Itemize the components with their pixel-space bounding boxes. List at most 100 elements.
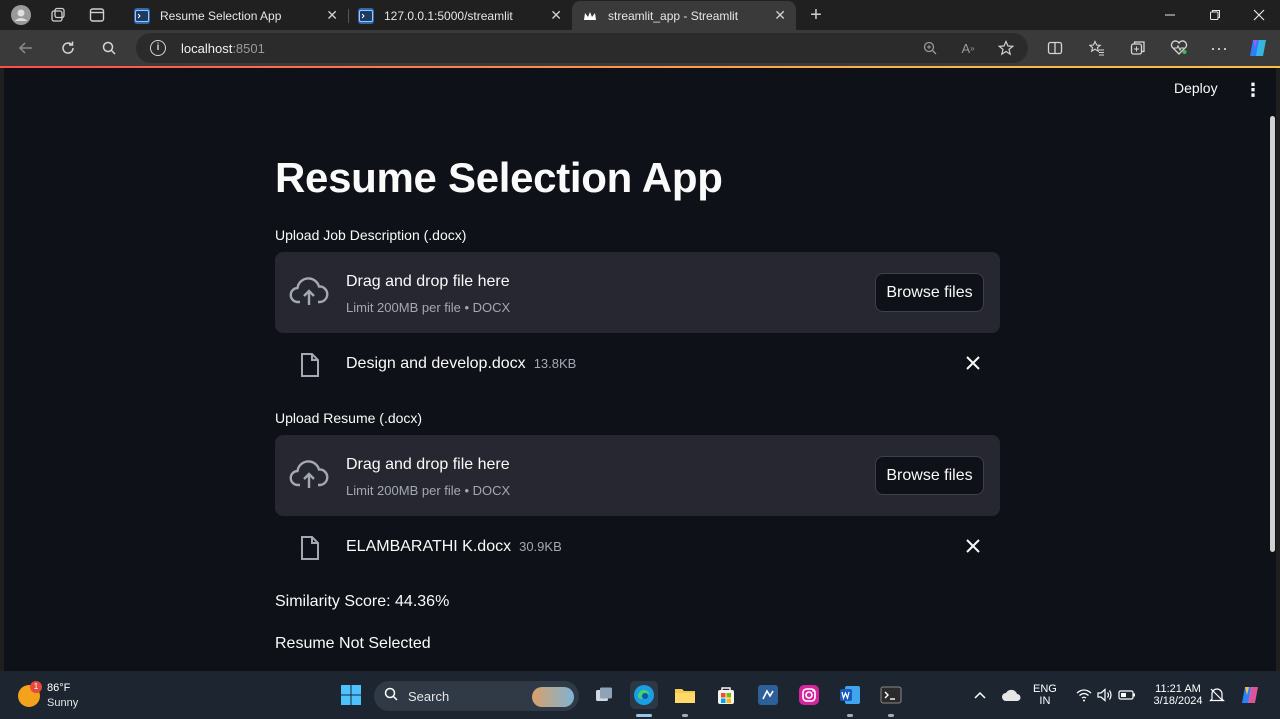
copilot-preview-icon[interactable] — [1236, 681, 1264, 709]
split-screen-icon[interactable] — [1043, 37, 1067, 59]
search-icon — [384, 687, 398, 704]
windows-taskbar: 1 86°F Sunny Search ENG IN 11:21 AM 3/18… — [0, 671, 1280, 719]
copilot-icon[interactable] — [1246, 37, 1270, 59]
browse-files-button[interactable]: Browse files — [875, 273, 984, 312]
battery-icon[interactable] — [1113, 681, 1141, 709]
streamlit-crown-icon — [582, 8, 598, 24]
job-description-uploader-label: Upload Job Description (.docx) — [275, 227, 467, 243]
explorer-running-indicator — [682, 714, 688, 717]
more-options-icon[interactable]: ··· — [1207, 37, 1231, 59]
streamlit-page: Deploy ⋮ Resume Selection App Upload Job… — [4, 68, 1276, 671]
tab-close-icon[interactable]: ✕ — [550, 7, 562, 24]
terminal-running-indicator — [888, 714, 894, 717]
read-aloud-icon[interactable]: A» — [958, 39, 978, 57]
remove-file-icon[interactable] — [963, 354, 983, 374]
tab-title: Resume Selection App — [160, 8, 282, 23]
tab-close-icon[interactable]: ✕ — [326, 7, 338, 24]
tab-local-5000[interactable]: 127.0.0.1:5000/streamlit ✕ — [348, 1, 572, 30]
page-scrollbar[interactable] — [1270, 116, 1275, 552]
zoom-icon[interactable] — [920, 39, 940, 57]
browse-files-button[interactable]: Browse files — [875, 456, 984, 495]
page-title: Resume Selection App — [275, 154, 723, 201]
dropzone-limit-text: Limit 200MB per file • DOCX — [346, 300, 511, 315]
search-highlight-image — [532, 687, 574, 707]
uploaded-file-row: ELAMBARATHI K.docx 30.9KB — [275, 527, 1000, 567]
profile-avatar-icon[interactable] — [10, 4, 32, 26]
tab-favicon-icon — [134, 7, 150, 24]
terminal-icon[interactable] — [877, 681, 905, 709]
url-port: :8501 — [232, 41, 265, 56]
task-view-icon[interactable] — [590, 681, 618, 709]
address-url[interactable]: localhost:8501 — [181, 41, 265, 56]
focus-assist-icon[interactable] — [1203, 681, 1231, 709]
windows-start-icon[interactable] — [337, 681, 365, 709]
url-host: localhost — [181, 41, 233, 56]
tab-actions-icon[interactable] — [86, 4, 108, 26]
main-menu-icon[interactable]: ⋮ — [1244, 80, 1262, 100]
edge-browser-icon[interactable] — [630, 681, 658, 709]
new-tab-button[interactable]: + — [805, 4, 827, 26]
taskbar-search-box[interactable]: Search — [374, 681, 579, 711]
cloud-upload-icon — [289, 277, 329, 305]
file-icon — [301, 353, 319, 377]
favorite-star-icon[interactable] — [996, 39, 1016, 57]
uploaded-file-name: Design and develop.docx — [346, 355, 526, 372]
microsoft-store-icon[interactable] — [712, 681, 740, 709]
favorites-icon[interactable] — [1085, 37, 1109, 59]
weather-widget[interactable]: 1 86°F Sunny — [18, 681, 108, 711]
browser-essentials-icon[interactable] — [1167, 37, 1191, 59]
microsoft-word-icon[interactable] — [836, 681, 864, 709]
tab-title: streamlit_app - Streamlit — [608, 8, 739, 23]
file-explorer-icon[interactable] — [671, 681, 699, 709]
browser-toolbar: i localhost:8501 A» ··· — [0, 30, 1280, 66]
notification-badge: 1 — [30, 681, 42, 693]
instagram-icon[interactable] — [795, 681, 823, 709]
clock-time: 11:21 AM — [1155, 683, 1201, 695]
workspaces-icon[interactable] — [47, 4, 69, 26]
address-bar[interactable]: i localhost:8501 A» — [136, 33, 1028, 63]
show-hidden-icons-chevron-icon[interactable] — [966, 681, 994, 709]
language-code: ENG — [1033, 683, 1057, 695]
clock-date: 3/18/2024 — [1153, 695, 1203, 707]
uploaded-file-size: 13.8KB — [533, 356, 577, 371]
job-description-dropzone[interactable]: Drag and drop file here Limit 200MB per … — [275, 252, 1000, 333]
collections-icon[interactable] — [1126, 37, 1150, 59]
dropzone-instructions: Drag and drop file here — [346, 456, 510, 473]
minimize-icon[interactable] — [1150, 4, 1190, 26]
tab-title: 127.0.0.1:5000/streamlit — [384, 8, 513, 23]
uploaded-file-name: ELAMBARATHI K.docx — [346, 538, 512, 555]
tab-close-icon[interactable]: ✕ — [774, 7, 786, 24]
uploaded-file-row: Design and develop.docx 13.8KB — [275, 344, 1000, 384]
site-info-icon[interactable]: i — [150, 40, 166, 56]
deploy-button[interactable]: Deploy — [1174, 80, 1218, 96]
onedrive-cloud-icon[interactable] — [997, 681, 1025, 709]
edge-active-indicator — [636, 714, 652, 717]
uploaded-file-size: 30.9KB — [519, 539, 562, 554]
resume-dropzone[interactable]: Drag and drop file here Limit 200MB per … — [275, 435, 1000, 516]
weather-temperature: 86°F — [47, 682, 71, 694]
weather-condition: Sunny — [47, 697, 79, 709]
region-code: IN — [1039, 695, 1051, 707]
file-icon — [301, 536, 319, 560]
code-editor-icon[interactable] — [754, 681, 782, 709]
tab-streamlit-app[interactable]: streamlit_app - Streamlit ✕ — [572, 1, 796, 30]
tab-favicon-icon — [358, 7, 374, 24]
browser-tab-strip: Resume Selection App ✕ 127.0.0.1:5000/st… — [0, 0, 1280, 30]
search-icon[interactable] — [97, 37, 121, 59]
uploaded-file-info: Design and develop.docx 13.8KB — [346, 355, 576, 373]
search-placeholder: Search — [408, 689, 450, 704]
similarity-score-text: Similarity Score: 44.36% — [275, 593, 450, 610]
input-language[interactable]: ENG IN — [1033, 683, 1057, 707]
word-running-indicator — [847, 714, 853, 717]
selection-result-text: Resume Not Selected — [275, 635, 431, 652]
resume-uploader-label: Upload Resume (.docx) — [275, 410, 423, 426]
dropzone-instructions: Drag and drop file here — [346, 273, 510, 290]
clock[interactable]: 11:21 AM 3/18/2024 — [1146, 683, 1210, 707]
close-window-icon[interactable] — [1239, 4, 1279, 26]
restore-icon[interactable] — [1195, 4, 1235, 26]
back-icon[interactable] — [14, 37, 38, 59]
tab-resume-selection-app[interactable]: Resume Selection App ✕ — [124, 1, 349, 30]
cloud-upload-icon — [289, 460, 329, 488]
refresh-icon[interactable] — [56, 37, 80, 59]
remove-file-icon[interactable] — [963, 537, 983, 557]
